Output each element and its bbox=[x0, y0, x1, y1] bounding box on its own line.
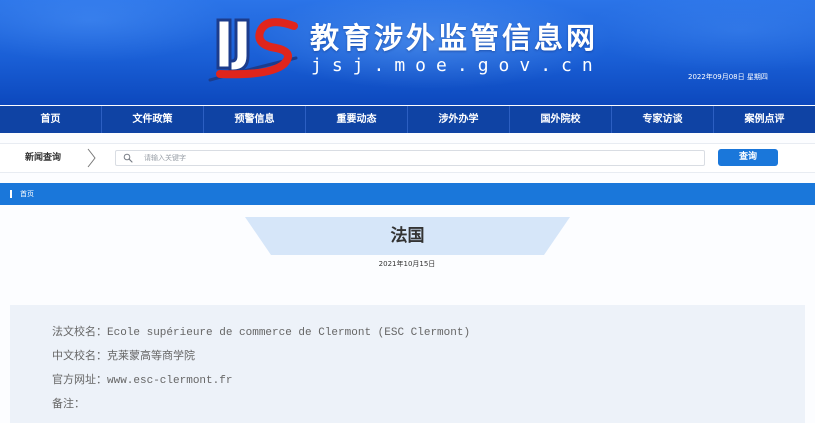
nav-item-important-news[interactable]: 重要动态 bbox=[305, 106, 407, 133]
field-label: 官方网址： bbox=[52, 375, 107, 387]
field-value: www.esc-clermont.fr bbox=[107, 375, 233, 387]
article-date: 2021年10月15日 bbox=[378, 260, 436, 268]
site-logo-icon[interactable] bbox=[202, 12, 302, 87]
search-button[interactable]: 查询 bbox=[718, 149, 778, 166]
article-title: 法国 bbox=[390, 226, 425, 246]
breadcrumb: 首页 bbox=[0, 183, 815, 205]
field-label: 法文校名： bbox=[52, 327, 107, 339]
field-remarks: 备注： bbox=[52, 395, 85, 415]
chevron-right-icon bbox=[86, 148, 98, 168]
search-bar: 新闻查询 查询 bbox=[0, 143, 815, 173]
site-logo-graphic bbox=[208, 18, 298, 82]
field-official-website: 官方网址：www.esc-clermont.fr bbox=[52, 371, 232, 391]
field-label: 备注： bbox=[52, 399, 85, 411]
header-date: 2022年09月08日 星期四 bbox=[688, 73, 768, 81]
main-nav: 首页 文件政策 预警信息 重要动态 涉外办学 国外院校 专家访谈 案例点评 bbox=[0, 106, 815, 133]
field-label: 中文校名： bbox=[52, 351, 107, 363]
field-chinese-name: 中文校名：克莱蒙高等商学院 bbox=[52, 347, 195, 367]
nav-item-expert-interviews[interactable]: 专家访谈 bbox=[611, 106, 713, 133]
nav-item-foreign-schooling[interactable]: 涉外办学 bbox=[407, 106, 509, 133]
article-content: 法文校名：Ecole supérieure de commerce de Cle… bbox=[10, 305, 805, 423]
search-box bbox=[115, 150, 705, 166]
site-url: jsj.moe.gov.cn bbox=[311, 55, 603, 76]
nav-item-case-reviews[interactable]: 案例点评 bbox=[713, 106, 815, 133]
field-value: 克莱蒙高等商学院 bbox=[107, 351, 195, 363]
nav-item-home[interactable]: 首页 bbox=[0, 106, 101, 133]
site-header: 教育涉外监管信息网 jsj.moe.gov.cn 2022年09月08日 星期四 bbox=[0, 0, 815, 105]
breadcrumb-home[interactable]: 首页 bbox=[20, 183, 34, 205]
breadcrumb-marker-icon bbox=[10, 190, 12, 198]
field-french-name: 法文校名：Ecole supérieure de commerce de Cle… bbox=[52, 323, 470, 343]
search-icon bbox=[123, 153, 133, 163]
field-value: Ecole supérieure de commerce de Clermont… bbox=[107, 327, 471, 339]
nav-item-policy-documents[interactable]: 文件政策 bbox=[101, 106, 203, 133]
nav-item-foreign-institutions[interactable]: 国外院校 bbox=[509, 106, 611, 133]
nav-item-warnings[interactable]: 预警信息 bbox=[203, 106, 305, 133]
site-title: 教育涉外监管信息网 bbox=[310, 21, 599, 55]
search-label: 新闻查询 bbox=[25, 153, 62, 163]
search-input[interactable] bbox=[144, 151, 699, 165]
